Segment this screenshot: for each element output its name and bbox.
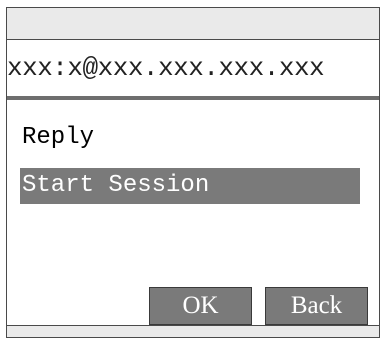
phone-display: xxx:x@xxx.xxx.xxx.xxx Reply Start Sessio… <box>6 7 380 338</box>
menu-item-start-session[interactable]: Start Session <box>20 168 360 204</box>
screen-area: xxx:x@xxx.xxx.xxx.xxx Reply Start Sessio… <box>7 39 379 326</box>
ok-button[interactable]: OK <box>149 287 252 325</box>
menu-item-label: Start Session <box>22 172 210 199</box>
menu-item-reply[interactable]: Reply <box>20 120 360 156</box>
header-divider <box>7 96 379 100</box>
back-button[interactable]: Back <box>265 287 368 325</box>
address-bar: xxx:x@xxx.xxx.xxx.xxx <box>7 40 379 96</box>
menu-item-label: Reply <box>22 124 95 151</box>
address-text: xxx:x@xxx.xxx.xxx.xxx <box>7 53 325 83</box>
